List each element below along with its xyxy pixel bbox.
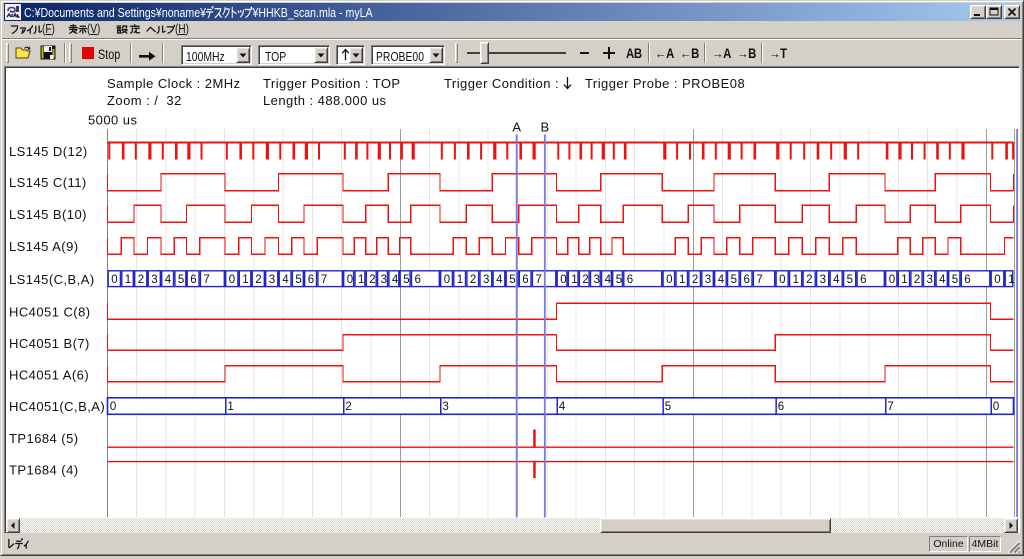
- svg-text:1: 1: [901, 274, 907, 286]
- svg-text:HC4051 B(7): HC4051 B(7): [9, 336, 90, 351]
- svg-text:4: 4: [718, 274, 725, 286]
- svg-text:3: 3: [269, 274, 275, 286]
- svg-text:HC4051 A(6): HC4051 A(6): [9, 367, 89, 382]
- svg-text:7: 7: [756, 274, 762, 286]
- svg-text:6: 6: [190, 274, 196, 286]
- svg-text:Length : 488.000 us: Length : 488.000 us: [263, 93, 387, 108]
- svg-text:5: 5: [665, 401, 671, 413]
- svg-text:0: 0: [666, 274, 672, 286]
- svg-text:2: 2: [914, 274, 920, 286]
- svg-text:3: 3: [483, 274, 489, 286]
- svg-text:1: 1: [125, 274, 131, 286]
- svg-text:2: 2: [345, 401, 351, 413]
- svg-text:5: 5: [509, 274, 515, 286]
- svg-text:1: 1: [457, 274, 463, 286]
- svg-text:3: 3: [705, 274, 711, 286]
- svg-text:4: 4: [282, 274, 289, 286]
- svg-text:0: 0: [229, 274, 235, 286]
- svg-text:2: 2: [255, 274, 261, 286]
- svg-text:4: 4: [165, 274, 172, 286]
- svg-text:3: 3: [381, 274, 387, 286]
- svg-text:4: 4: [833, 274, 840, 286]
- svg-text:7: 7: [535, 274, 541, 286]
- svg-text:LS145 C(11): LS145 C(11): [9, 175, 87, 190]
- svg-text:2: 2: [582, 274, 588, 286]
- svg-text:1: 1: [793, 274, 799, 286]
- svg-text:6: 6: [308, 274, 314, 286]
- svg-text:6: 6: [414, 274, 420, 286]
- svg-text:7: 7: [887, 401, 893, 413]
- svg-text:3: 3: [926, 274, 932, 286]
- svg-text:3: 3: [151, 274, 157, 286]
- svg-text:7: 7: [203, 274, 209, 286]
- svg-text:2: 2: [806, 274, 812, 286]
- svg-text:0: 0: [347, 274, 353, 286]
- svg-text:TP1684 (4): TP1684 (4): [9, 462, 79, 477]
- svg-text:HC4051(C,B,A): HC4051(C,B,A): [9, 399, 105, 414]
- svg-text:2: 2: [138, 274, 144, 286]
- svg-text:2: 2: [369, 274, 375, 286]
- svg-text:4: 4: [392, 274, 399, 286]
- svg-text:B: B: [540, 120, 549, 135]
- svg-text:LS145(C,B,A): LS145(C,B,A): [9, 272, 95, 287]
- svg-text:6: 6: [778, 401, 784, 413]
- svg-text:4: 4: [559, 401, 566, 413]
- svg-text:5: 5: [952, 274, 958, 286]
- svg-text:HC4051 C(8): HC4051 C(8): [9, 305, 91, 320]
- svg-text:6: 6: [964, 274, 970, 286]
- svg-text:6: 6: [627, 274, 633, 286]
- svg-text:7: 7: [321, 274, 327, 286]
- svg-text:6: 6: [522, 274, 528, 286]
- svg-text:0: 0: [889, 274, 895, 286]
- svg-text:4: 4: [496, 274, 503, 286]
- svg-text:1: 1: [358, 274, 364, 286]
- svg-text:0: 0: [779, 274, 785, 286]
- svg-text:Trigger Probe : PROBE08: Trigger Probe : PROBE08: [585, 76, 745, 91]
- svg-text:1: 1: [679, 274, 685, 286]
- svg-text:Sample Clock : 2MHz: Sample Clock : 2MHz: [107, 76, 241, 91]
- svg-text:0: 0: [110, 401, 116, 413]
- svg-text:A: A: [512, 120, 521, 135]
- svg-text:5: 5: [616, 274, 622, 286]
- svg-text:Trigger Condition :: Trigger Condition :: [444, 76, 563, 91]
- svg-text:3: 3: [593, 274, 599, 286]
- svg-text:0: 0: [994, 274, 1000, 286]
- svg-text:0: 0: [993, 401, 999, 413]
- svg-text:Zoom : / 32: Zoom : / 32: [107, 93, 182, 108]
- svg-text:6: 6: [860, 274, 866, 286]
- svg-text:1: 1: [571, 274, 577, 286]
- svg-text:1: 1: [242, 274, 248, 286]
- svg-text:5: 5: [403, 274, 409, 286]
- svg-text:4: 4: [605, 274, 612, 286]
- svg-text:LS145 D(12): LS145 D(12): [9, 144, 88, 159]
- svg-text:4: 4: [939, 274, 946, 286]
- svg-text:5000 us: 5000 us: [88, 113, 137, 128]
- svg-text:0: 0: [560, 274, 566, 286]
- svg-text:3: 3: [820, 274, 826, 286]
- svg-text:6: 6: [743, 274, 749, 286]
- svg-text:5: 5: [731, 274, 737, 286]
- svg-text:1: 1: [227, 401, 233, 413]
- svg-text:Trigger Position : TOP: Trigger Position : TOP: [263, 76, 401, 91]
- svg-text:5: 5: [178, 274, 184, 286]
- svg-text:5: 5: [847, 274, 853, 286]
- svg-text:0: 0: [444, 274, 450, 286]
- svg-text:1: 1: [1008, 274, 1014, 286]
- svg-text:LS145 B(10): LS145 B(10): [9, 207, 87, 222]
- svg-text:5: 5: [295, 274, 301, 286]
- svg-text:2: 2: [470, 274, 476, 286]
- svg-text:2: 2: [692, 274, 698, 286]
- svg-text:LS145 A(9): LS145 A(9): [9, 239, 79, 254]
- svg-text:0: 0: [111, 274, 117, 286]
- svg-text:TP1684 (5): TP1684 (5): [9, 431, 79, 446]
- svg-text:3: 3: [442, 401, 448, 413]
